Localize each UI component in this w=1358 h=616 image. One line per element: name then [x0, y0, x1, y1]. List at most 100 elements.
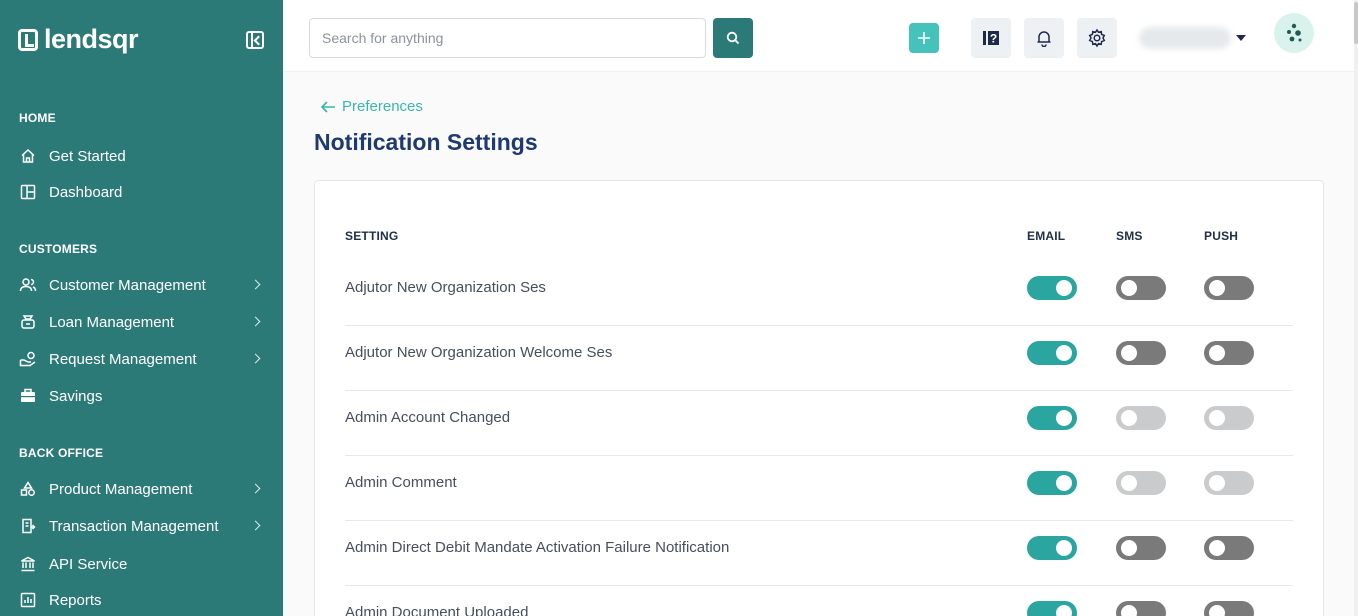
sidebar-item-label: Product Management: [49, 480, 193, 498]
request-icon: [19, 350, 37, 368]
dashboard-icon: [19, 183, 37, 201]
column-header-setting: SETTING: [345, 229, 399, 243]
toggle-knob: [1121, 410, 1137, 426]
toggle-knob: [1121, 475, 1137, 491]
sidebar-item-label: Request Management: [49, 350, 197, 368]
add-button[interactable]: [909, 23, 939, 53]
sidebar-item-transaction-management[interactable]: Transaction Management: [19, 513, 269, 539]
toggle-knob: [1209, 280, 1225, 296]
scrollbar[interactable]: [1354, 0, 1358, 616]
sidebar-item-loan-management[interactable]: Loan Management: [19, 309, 269, 335]
column-header-sms: SMS: [1116, 229, 1143, 243]
email-toggle[interactable]: [1027, 276, 1077, 300]
sidebar-item-request-management[interactable]: Request Management: [19, 346, 269, 372]
push-toggle: [1204, 406, 1254, 430]
sidebar-item-label: Reports: [49, 591, 102, 609]
section-title-back-office: BACK OFFICE: [19, 446, 104, 460]
settings-button[interactable]: [1077, 18, 1117, 58]
email-toggle[interactable]: [1027, 341, 1077, 365]
section-title-customers: CUSTOMERS: [19, 242, 98, 256]
logo[interactable]: lendsqr: [18, 24, 139, 55]
push-toggle[interactable]: [1204, 341, 1254, 365]
toggle-knob: [1209, 540, 1225, 556]
product-icon: [19, 480, 37, 498]
sidebar-item-label: Customer Management: [49, 276, 206, 294]
push-toggle[interactable]: [1204, 601, 1254, 616]
sidebar-item-get-started[interactable]: Get Started: [19, 143, 269, 169]
toggle-knob: [1209, 605, 1225, 616]
sidebar-item-label: Transaction Management: [49, 517, 219, 535]
gear-icon: [1088, 28, 1106, 48]
notifications-button[interactable]: [1024, 18, 1064, 58]
setting-label: Admin Account Changed: [345, 409, 511, 426]
row-divider: [345, 455, 1293, 456]
sms-toggle: [1116, 471, 1166, 495]
toggle-knob: [1121, 605, 1137, 616]
sms-toggle[interactable]: [1116, 276, 1166, 300]
column-header-push: PUSH: [1204, 229, 1239, 243]
row-divider: [345, 390, 1293, 391]
email-toggle[interactable]: [1027, 471, 1077, 495]
chevron-right-icon: [250, 353, 261, 364]
sms-toggle[interactable]: [1116, 536, 1166, 560]
logo-mark-icon: [18, 28, 38, 51]
avatar[interactable]: [1274, 13, 1314, 53]
setting-label: Adjutor New Organization Ses: [345, 279, 546, 296]
sidebar-item-label: API Service: [49, 555, 128, 573]
loan-icon: [19, 313, 37, 331]
sms-toggle[interactable]: [1116, 601, 1166, 616]
setting-label: Adjutor New Organization Welcome Ses: [345, 344, 613, 361]
scrollbar-thumb[interactable]: [1354, 2, 1358, 44]
users-icon: [19, 276, 37, 294]
sidebar-item-reports[interactable]: Reports: [19, 587, 269, 613]
briefcase-icon: [19, 387, 37, 405]
caret-down-icon[interactable]: [1236, 35, 1246, 41]
row-divider: [345, 520, 1293, 521]
chevron-right-icon: [250, 483, 261, 494]
help-book-icon: ?: [983, 31, 999, 46]
bell-icon: [1037, 31, 1051, 47]
sms-toggle[interactable]: [1116, 341, 1166, 365]
toggle-knob: [1056, 345, 1072, 361]
collapse-sidebar-icon[interactable]: [246, 31, 264, 49]
sidebar-item-product-management[interactable]: Product Management: [19, 476, 269, 502]
transaction-icon: [19, 517, 37, 535]
email-toggle[interactable]: [1027, 406, 1077, 430]
back-link[interactable]: Preferences: [320, 98, 423, 115]
email-toggle[interactable]: [1027, 536, 1077, 560]
avatar-pattern-icon: [1287, 23, 1302, 42]
toggle-knob: [1121, 345, 1137, 361]
push-toggle: [1204, 471, 1254, 495]
toggle-knob: [1056, 410, 1072, 426]
chevron-right-icon: [250, 279, 261, 290]
svg-text:?: ?: [990, 32, 997, 46]
setting-label: Admin Document Uploaded: [345, 604, 529, 616]
sidebar-item-savings[interactable]: Savings: [19, 383, 269, 409]
column-header-email: EMAIL: [1027, 229, 1066, 243]
setting-label: Admin Direct Debit Mandate Activation Fa…: [345, 539, 730, 556]
toggle-knob: [1056, 540, 1072, 556]
email-toggle[interactable]: [1027, 601, 1077, 616]
reports-icon: [19, 591, 37, 609]
help-button[interactable]: ?: [971, 18, 1011, 58]
push-toggle[interactable]: [1204, 536, 1254, 560]
push-toggle[interactable]: [1204, 276, 1254, 300]
bank-icon: [19, 555, 37, 573]
page-title: Notification Settings: [314, 129, 538, 155]
toggle-knob: [1056, 605, 1072, 616]
row-divider: [345, 585, 1293, 586]
sidebar-item-dashboard[interactable]: Dashboard: [19, 179, 269, 205]
toggle-knob: [1121, 280, 1137, 296]
arrow-left-icon: [320, 100, 335, 113]
search-button[interactable]: [713, 18, 753, 58]
search-icon: [726, 31, 740, 45]
sidebar-item-api-service[interactable]: API Service: [19, 551, 269, 577]
toggle-knob: [1121, 540, 1137, 556]
brand-name: lendsqr: [44, 24, 139, 54]
sidebar-item-customer-management[interactable]: Customer Management: [19, 272, 269, 298]
toggle-knob: [1209, 410, 1225, 426]
home-icon: [19, 147, 37, 165]
search-input[interactable]: [309, 18, 706, 58]
sidebar-item-label: Dashboard: [49, 183, 123, 201]
user-name-blurred[interactable]: [1139, 27, 1231, 49]
